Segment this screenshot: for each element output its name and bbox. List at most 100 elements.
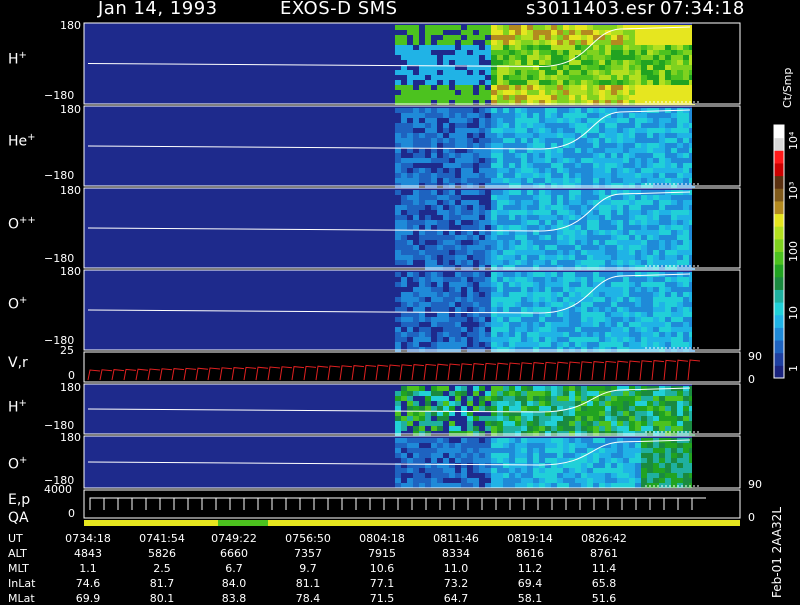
orbit-table-cell: 6.7 — [225, 562, 243, 575]
spectrogram-cell — [497, 443, 503, 448]
spectrogram-cell — [611, 483, 617, 488]
spectrogram-cell — [551, 260, 557, 265]
spectrogram-cell — [485, 416, 491, 421]
spectrogram-cell — [515, 317, 521, 322]
spectrogram-cell — [593, 225, 599, 230]
spectrogram-cell — [521, 337, 527, 342]
spectrogram-cell — [395, 473, 401, 478]
spectrogram-cell — [491, 322, 497, 327]
spectrogram-cell — [605, 210, 611, 215]
spectrogram-cell — [599, 307, 605, 312]
spectrogram-cell — [545, 235, 551, 240]
spectrogram-cell — [563, 342, 569, 347]
spectrogram-cell — [665, 332, 671, 337]
spectrogram-cell — [575, 65, 581, 70]
spectrogram-cell — [647, 30, 653, 35]
spectrogram-cell — [581, 190, 587, 195]
spectrogram-cell — [449, 401, 455, 406]
spectrogram-cell — [485, 297, 491, 302]
spectrogram-cell — [677, 287, 683, 292]
spectrogram-cell — [617, 40, 623, 45]
spectrogram-cell — [599, 65, 605, 70]
spectrogram-cell — [437, 240, 443, 245]
colorbar-swatch — [774, 125, 784, 139]
spectrogram-cell — [419, 173, 425, 178]
spectrogram-cell — [665, 138, 671, 143]
spectrogram-cell — [587, 225, 593, 230]
spectrogram-cell — [455, 108, 461, 113]
spectrogram-cell — [599, 483, 605, 488]
spectrogram-cell — [473, 332, 479, 337]
spectrogram-cell — [605, 138, 611, 143]
spectrogram-cell — [461, 468, 467, 473]
spectrogram-cell — [629, 260, 635, 265]
spectrogram-cell — [521, 30, 527, 35]
spectrogram-cell — [509, 287, 515, 292]
spectrogram-cell — [635, 453, 641, 458]
spectrogram-cell — [467, 250, 473, 255]
spectrogram-cell — [401, 396, 407, 401]
spectrogram-cell — [671, 215, 677, 220]
spectrogram-cell — [623, 463, 629, 468]
spectrogram-cell — [683, 200, 689, 205]
spectrogram-cell — [551, 158, 557, 163]
spectrogram-cell — [461, 128, 467, 133]
spectrogram-cell — [581, 108, 587, 113]
spectrogram-cell — [395, 225, 401, 230]
spectrogram-cell — [587, 235, 593, 240]
spectrogram-cell — [503, 85, 509, 90]
spectrogram-cell — [455, 50, 461, 55]
spectrogram-cell — [569, 80, 575, 85]
spectrogram-cell — [467, 478, 473, 483]
spectrogram-cell — [413, 277, 419, 282]
spectrogram-cell — [539, 220, 545, 225]
spectrogram-cell — [533, 45, 539, 50]
spectrogram-cell — [665, 90, 671, 95]
spectrogram-cell — [593, 128, 599, 133]
spectrogram-cell — [467, 332, 473, 337]
spectrogram-cell — [593, 195, 599, 200]
spectrogram-cell — [647, 75, 653, 80]
spectrogram-cell — [461, 473, 467, 478]
spectrogram-cell — [605, 200, 611, 205]
spectrogram-cell — [659, 240, 665, 245]
spectrogram-cell — [635, 240, 641, 245]
spectrogram-cell — [503, 483, 509, 488]
spectrogram-cell — [617, 282, 623, 287]
spectrogram-cell — [533, 302, 539, 307]
spectrogram-cell — [497, 138, 503, 143]
spectrogram-cell — [569, 421, 575, 426]
spectrogram-cell — [473, 448, 479, 453]
spectrogram-cell — [635, 128, 641, 133]
spectrogram-cell — [503, 220, 509, 225]
spectrogram-cell — [461, 483, 467, 488]
spectrogram-cell — [533, 113, 539, 118]
spectrogram-cell — [395, 40, 401, 45]
spectrogram-cell — [617, 411, 623, 416]
spectrogram-cell — [569, 337, 575, 342]
spectrogram-cell — [401, 178, 407, 183]
spectrogram-cell — [491, 297, 497, 302]
spectrogram-cell — [653, 138, 659, 143]
spectrogram-cell — [683, 113, 689, 118]
spectrogram-cell — [539, 386, 545, 391]
spectrogram-cell — [395, 230, 401, 235]
spectrogram-cell — [419, 195, 425, 200]
spectrogram-cell — [551, 195, 557, 200]
spectrogram-cell — [413, 401, 419, 406]
spectrogram-cell — [533, 168, 539, 173]
spectrogram-cell — [419, 332, 425, 337]
spectrogram-cell — [521, 272, 527, 277]
spectrogram-cell — [509, 220, 515, 225]
spectrogram-cell — [653, 45, 659, 50]
spectrogram-cell — [653, 200, 659, 205]
spectrogram-cell — [503, 396, 509, 401]
spectrogram-cell — [527, 260, 533, 265]
spectrogram-cell — [605, 483, 611, 488]
spectrogram-cell — [437, 317, 443, 322]
spectrogram-cell — [617, 337, 623, 342]
spectrogram-cell — [605, 173, 611, 178]
spectrogram-cell — [623, 210, 629, 215]
spectrogram-cell — [587, 190, 593, 195]
spectrogram-cell — [605, 332, 611, 337]
